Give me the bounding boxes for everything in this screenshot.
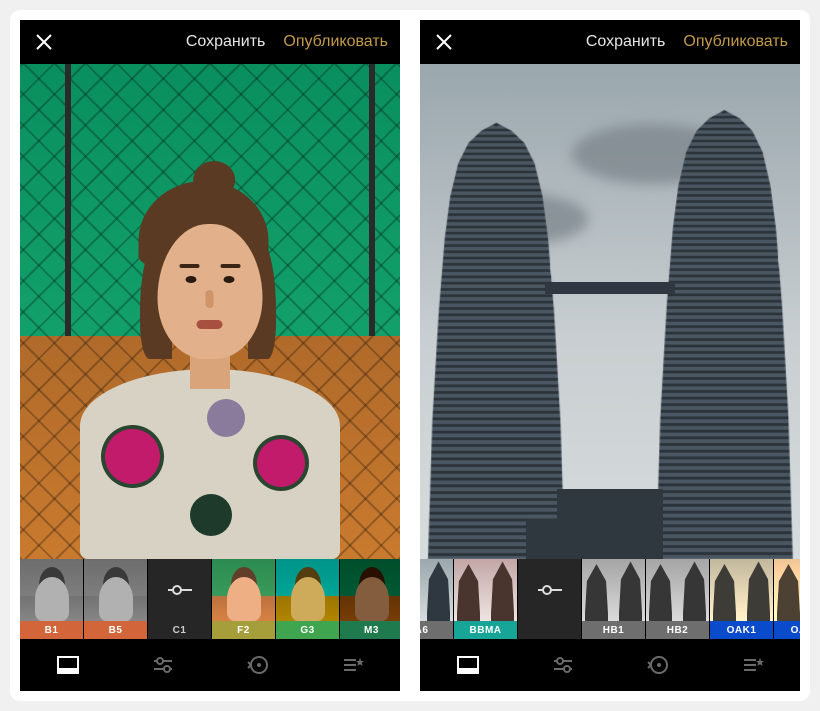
- close-button[interactable]: [428, 26, 460, 58]
- filter-label: C1: [148, 621, 211, 639]
- image-preview[interactable]: [420, 64, 800, 559]
- sliders-icon: [552, 656, 574, 674]
- filter-thumb[interactable]: G3: [276, 559, 339, 639]
- sliders-icon: [152, 656, 174, 674]
- favorites-tab[interactable]: [329, 641, 377, 689]
- top-actions: Сохранить Опубликовать: [586, 33, 788, 51]
- filter-label: OAK1: [710, 621, 773, 639]
- filter-strip[interactable]: B1 B5 C1 F2 G3 M3: [20, 559, 400, 639]
- filter-thumb[interactable]: HB1: [582, 559, 645, 639]
- presets-icon: [57, 656, 79, 674]
- filter-tool-thumb[interactable]: [518, 559, 581, 639]
- close-icon: [35, 33, 53, 51]
- close-icon: [435, 33, 453, 51]
- publish-button[interactable]: Опубликовать: [283, 33, 388, 51]
- filter-thumb[interactable]: OAK2: [774, 559, 800, 639]
- phone-left: Сохранить Опубликовать: [20, 20, 400, 691]
- favorites-tab[interactable]: [729, 641, 777, 689]
- filter-label: HB2: [646, 621, 709, 639]
- filter-label: A6: [420, 621, 453, 639]
- screenshot-pair: Сохранить Опубликовать: [10, 10, 810, 701]
- presets-tab[interactable]: [44, 641, 92, 689]
- save-button[interactable]: Сохранить: [186, 33, 266, 51]
- history-icon: [647, 654, 669, 676]
- filter-label: F2: [212, 621, 275, 639]
- bottombar: [420, 639, 800, 691]
- filter-label: M3: [340, 621, 400, 639]
- presets-tab[interactable]: [444, 641, 492, 689]
- top-actions: Сохранить Опубликовать: [186, 33, 388, 51]
- filter-thumb[interactable]: M3: [340, 559, 400, 639]
- presets-icon: [457, 656, 479, 674]
- filter-thumb[interactable]: B1: [20, 559, 83, 639]
- filter-label: BBMA: [454, 621, 517, 639]
- history-tab[interactable]: [634, 641, 682, 689]
- filter-thumb[interactable]: A6: [420, 559, 453, 639]
- phone-right: Сохранить Опубликовать A6: [420, 20, 800, 691]
- history-tab[interactable]: [234, 641, 282, 689]
- topbar: Сохранить Опубликовать: [420, 20, 800, 64]
- preview-content: [20, 64, 400, 559]
- adjust-tab[interactable]: [139, 641, 187, 689]
- history-icon: [247, 654, 269, 676]
- bottombar: [20, 639, 400, 691]
- adjust-tab[interactable]: [539, 641, 587, 689]
- preview-content: [420, 64, 800, 559]
- slider-tool-icon: [167, 585, 193, 595]
- filter-label: HB1: [582, 621, 645, 639]
- favorites-icon: [742, 656, 764, 674]
- filter-label: B5: [84, 621, 147, 639]
- save-button[interactable]: Сохранить: [586, 33, 666, 51]
- topbar: Сохранить Опубликовать: [20, 20, 400, 64]
- filter-label: OAK2: [774, 621, 800, 639]
- filter-thumb[interactable]: HB2: [646, 559, 709, 639]
- filter-label: B1: [20, 621, 83, 639]
- filter-strip[interactable]: A6 BBMA HB1 HB2 OAK1: [420, 559, 800, 639]
- filter-thumb[interactable]: B5: [84, 559, 147, 639]
- filter-label: [518, 621, 581, 639]
- image-preview[interactable]: [20, 64, 400, 559]
- publish-button[interactable]: Опубликовать: [683, 33, 788, 51]
- filter-thumb[interactable]: OAK1: [710, 559, 773, 639]
- filter-label: G3: [276, 621, 339, 639]
- close-button[interactable]: [28, 26, 60, 58]
- favorites-icon: [342, 656, 364, 674]
- slider-tool-icon: [537, 585, 563, 595]
- filter-thumb[interactable]: BBMA: [454, 559, 517, 639]
- filter-tool-thumb[interactable]: C1: [148, 559, 211, 639]
- filter-thumb[interactable]: F2: [212, 559, 275, 639]
